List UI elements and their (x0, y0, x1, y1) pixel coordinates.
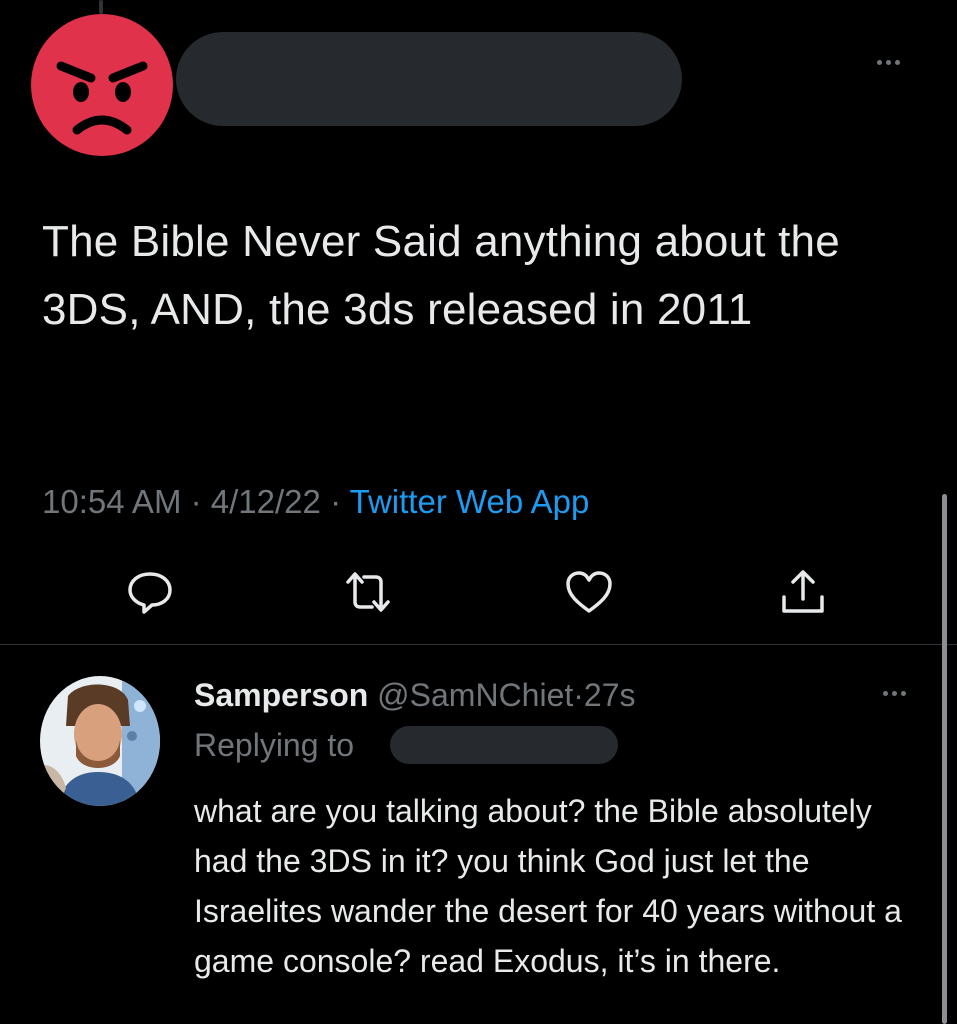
meta-separator: · (190, 483, 202, 520)
user-photo-avatar (40, 676, 160, 806)
tweet-source-link[interactable]: Twitter Web App (350, 483, 590, 520)
more-dot-icon (876, 59, 882, 65)
more-dot-icon (891, 690, 897, 696)
scrollbar[interactable] (942, 494, 947, 1024)
reply-text: what are you talking about? the Bible ab… (194, 793, 902, 979)
redacted-author-name (176, 32, 682, 126)
meta-separator: · (330, 483, 342, 520)
author-avatar[interactable] (31, 14, 173, 156)
tweet-divider (0, 644, 957, 645)
reply-author-avatar[interactable] (40, 676, 160, 806)
reply-icon (128, 572, 172, 614)
more-dot-icon (882, 690, 888, 696)
share-icon (782, 570, 824, 613)
reply-handle[interactable]: @SamNChiet (377, 677, 573, 713)
heart-icon (566, 571, 612, 613)
tweet-action-bar (0, 566, 957, 618)
reply-time[interactable]: 27s (584, 677, 636, 713)
tweet-date[interactable]: 4/12/22 (211, 483, 321, 520)
header-separator: · (573, 677, 584, 713)
reply-display-name[interactable]: Samperson (194, 677, 368, 713)
thread-connector-line (99, 0, 103, 14)
angry-face-icon (56, 61, 148, 135)
reply-header: Samperson @SamNChiet·27s (194, 674, 636, 716)
tweet-time[interactable]: 10:54 AM (42, 483, 181, 520)
reply-more-options-button[interactable] (874, 683, 914, 703)
tweet-more-options-button[interactable] (868, 52, 908, 72)
replying-to-label: Replying to (194, 727, 355, 763)
share-button[interactable] (777, 566, 829, 618)
more-dot-icon (900, 690, 906, 696)
reply-button[interactable] (124, 566, 176, 618)
more-dot-icon (885, 59, 891, 65)
redacted-replying-to-handle (390, 726, 618, 764)
retweet-icon (346, 572, 390, 612)
tweet-meta: 10:54 AM · 4/12/22 · Twitter Web App (42, 480, 589, 524)
more-dot-icon (894, 59, 900, 65)
like-button[interactable] (563, 566, 615, 618)
retweet-button[interactable] (342, 566, 394, 618)
tweet-text: The Bible Never Said anything about the … (42, 217, 840, 334)
